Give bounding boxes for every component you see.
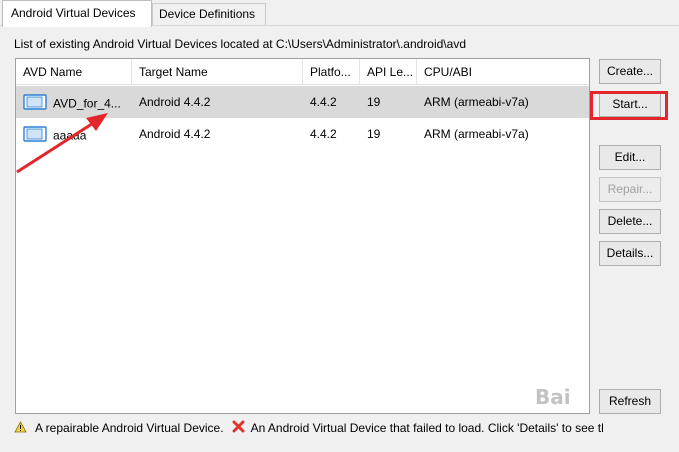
error-x-icon	[232, 420, 245, 436]
warning-icon	[14, 420, 27, 436]
delete-button[interactable]: Delete...	[599, 209, 661, 234]
table-row[interactable]: AVD_for_4... Android 4.4.2 4.4.2 19 ARM …	[16, 86, 589, 118]
details-button[interactable]: Details...	[599, 241, 661, 266]
api-level-cell: 19	[367, 95, 381, 109]
repairable-legend-text: A repairable Android Virtual Device.	[35, 421, 224, 435]
android-device-icon	[23, 126, 47, 145]
refresh-button[interactable]: Refresh	[599, 389, 661, 414]
api-level-cell: 19	[367, 127, 381, 141]
platform-cell: 4.4.2	[310, 127, 337, 141]
target-name-cell: Android 4.4.2	[139, 95, 211, 109]
column-header-target-name[interactable]: Target Name	[132, 59, 303, 85]
column-header-api-level[interactable]: API Le...	[360, 59, 417, 85]
column-header-platform[interactable]: Platfo...	[303, 59, 360, 85]
column-header-avd-name[interactable]: AVD Name	[16, 59, 132, 85]
column-header-cpu-abi[interactable]: CPU/ABI	[417, 59, 591, 85]
cpu-abi-cell: ARM (armeabi-v7a)	[424, 95, 529, 109]
platform-cell: 4.4.2	[310, 95, 337, 109]
table-row[interactable]: aaaaa Android 4.4.2 4.4.2 19 ARM (armeab…	[16, 118, 589, 150]
cpu-abi-cell: ARM (armeabi-v7a)	[424, 127, 529, 141]
target-name-cell: Android 4.4.2	[139, 127, 211, 141]
avd-name-cell: AVD_for_4...	[53, 96, 121, 111]
tab-bar: Android Virtual Devices Device Definitio…	[0, 0, 679, 27]
legend-bar: A repairable Android Virtual Device. An …	[14, 420, 604, 436]
edit-button[interactable]: Edit...	[599, 145, 661, 170]
tab-android-virtual-devices[interactable]: Android Virtual Devices	[2, 0, 152, 27]
android-device-icon	[23, 94, 47, 113]
avd-table[interactable]: AVD Name Target Name Platfo... API Le...…	[15, 58, 590, 414]
repair-button[interactable]: Repair...	[599, 177, 661, 202]
failed-legend-text: An Android Virtual Device that failed to…	[250, 421, 604, 435]
create-button[interactable]: Create...	[599, 59, 661, 84]
tab-device-definitions[interactable]: Device Definitions	[152, 3, 266, 25]
avd-name-cell: aaaaa	[53, 128, 87, 143]
start-highlight-box	[590, 91, 668, 120]
table-header: AVD Name Target Name Platfo... API Le...…	[16, 59, 589, 85]
avd-location-label: List of existing Android Virtual Devices…	[14, 37, 466, 51]
